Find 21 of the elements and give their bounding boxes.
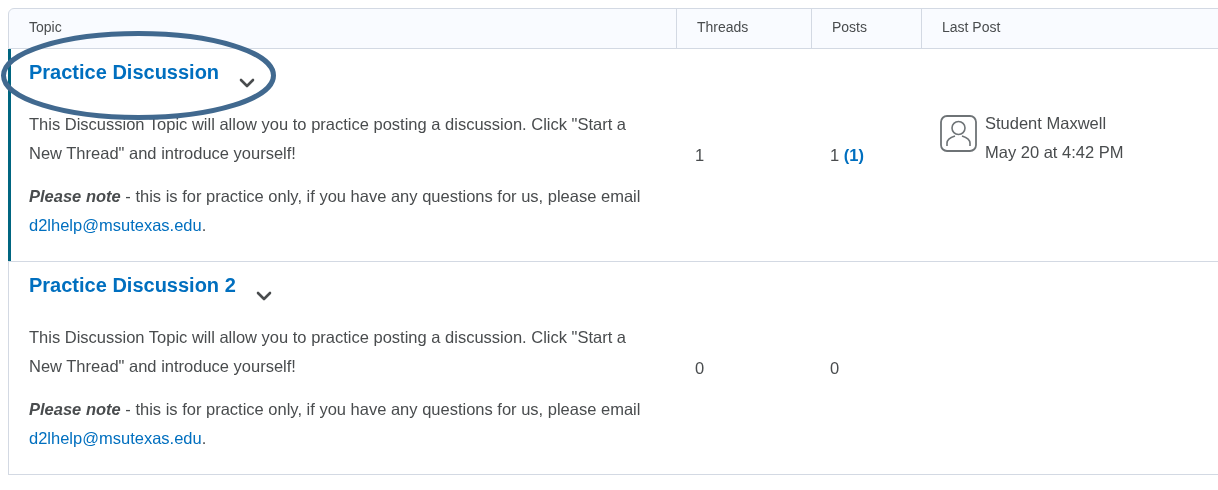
unread-count[interactable]: (1) xyxy=(843,145,864,164)
chevron-down-icon[interactable] xyxy=(239,78,256,88)
column-header: Threads xyxy=(676,9,811,48)
posts-count: 0 xyxy=(830,358,840,377)
threads-count: 1 xyxy=(695,145,705,164)
note-paragraph: Please note - this is for practice only, if you have any questions for us, please email d2lhelp@msutexas.edu. xyxy=(29,186,642,236)
email-link[interactable]: d2lhelp@msutexas.edu xyxy=(29,429,202,447)
posts-count: 1 xyxy=(830,145,840,164)
topic-description: This Discussion Topic will allow you to practice posting a discussion. Click "Start a New Thread" and introduce yourself! xyxy=(29,327,628,377)
chevron-down-icon[interactable] xyxy=(255,291,272,301)
post-date: May 20 at 4:42 PM xyxy=(985,142,1124,163)
author-name: Student Maxwell xyxy=(985,113,1108,134)
email-link[interactable]: d2lhelp@msutexas.edu xyxy=(29,216,202,234)
column-header: Topic xyxy=(28,18,63,37)
user-avatar-icon xyxy=(940,115,977,152)
threads-count: 0 xyxy=(695,358,705,377)
note-paragraph: Please note - this is for practice only, if you have any questions for us, please email d2lhelp@msutexas.edu. xyxy=(29,399,642,449)
topic-link[interactable]: Practice Discussion xyxy=(29,61,220,84)
topic-link[interactable]: Practice Discussion 2 xyxy=(29,274,236,297)
column-header: Last Post xyxy=(921,9,1218,48)
column-header: Posts xyxy=(811,9,921,48)
